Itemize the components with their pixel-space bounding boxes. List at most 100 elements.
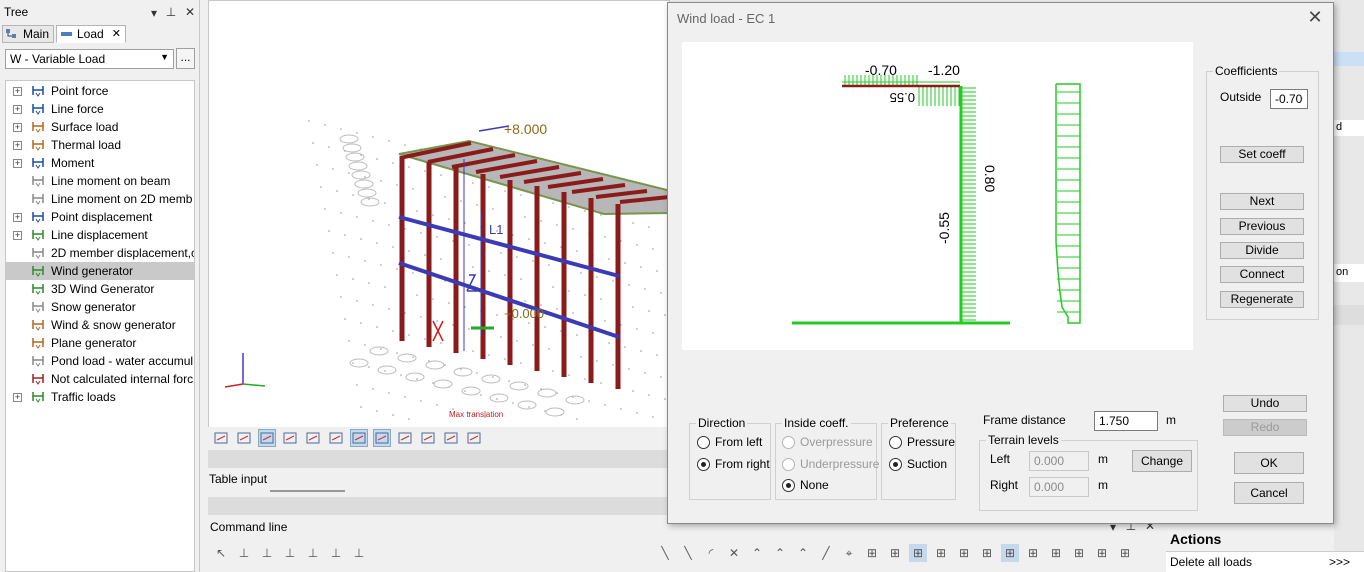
load-type-icon — [32, 320, 44, 331]
previous-button[interactable]: Previous — [1220, 218, 1304, 235]
command-tool-icon[interactable]: ⊞ — [1024, 544, 1042, 562]
delete-all-loads-row[interactable]: Delete all loads >>> — [1166, 551, 1364, 572]
tab-load[interactable]: Load ✕ — [56, 25, 126, 43]
regenerate-button[interactable]: Regenerate — [1220, 291, 1304, 308]
view-tool-button[interactable] — [327, 429, 345, 447]
tree-item[interactable]: Wind generator — [6, 262, 194, 280]
next-button[interactable]: Next — [1220, 193, 1304, 210]
expand-icon[interactable]: + — [13, 141, 22, 150]
command-tool-icon[interactable]: ╱ — [817, 544, 835, 562]
outside-coeff-input[interactable] — [1270, 89, 1308, 109]
command-tool-icon[interactable]: ⊥ — [350, 544, 368, 562]
panel-menu-chevron-icon[interactable]: ▾ — [147, 6, 161, 20]
expand-icon[interactable]: + — [13, 87, 22, 96]
wind-load-diagram[interactable]: -0.70 -1.20 0.55 0.80 -0.55 — [682, 42, 1193, 350]
command-tool-icon[interactable]: ⊞ — [1116, 544, 1134, 562]
view-tool-button[interactable] — [419, 429, 437, 447]
table-input-scroll[interactable] — [270, 490, 345, 492]
expand-icon[interactable]: + — [13, 123, 22, 132]
command-tool-icon[interactable]: ⊥ — [327, 544, 345, 562]
command-tool-icon[interactable]: ⊞ — [1070, 544, 1088, 562]
load-case-more-button[interactable]: ... — [176, 48, 195, 69]
tree-item[interactable]: + Point force — [6, 82, 194, 100]
tree-item[interactable]: 2D member displacement,c — [6, 244, 194, 262]
command-tool-icon[interactable]: ✕ — [725, 544, 743, 562]
connect-button[interactable]: Connect — [1220, 266, 1304, 283]
view-tool-button[interactable] — [235, 429, 253, 447]
inside-coeff-legend: Inside coeff. — [784, 416, 849, 430]
tree-item[interactable]: Plane generator — [6, 334, 194, 352]
command-tool-icon[interactable]: ⊞ — [863, 544, 881, 562]
view-tool-button[interactable] — [373, 429, 391, 447]
ok-button[interactable]: OK — [1234, 452, 1304, 474]
expand-icon[interactable]: + — [13, 159, 22, 168]
command-tool-icon[interactable]: ⊥ — [258, 544, 276, 562]
command-tool-icon[interactable]: ⊞ — [886, 544, 904, 562]
view-tool-button[interactable] — [212, 429, 230, 447]
tree-item[interactable]: Pond load - water accumul — [6, 352, 194, 370]
divide-button[interactable]: Divide — [1220, 242, 1304, 259]
tree-item[interactable]: + Line displacement — [6, 226, 194, 244]
cancel-button[interactable]: Cancel — [1234, 482, 1304, 504]
tree-item[interactable]: + Line force — [6, 100, 194, 118]
tree-item[interactable]: + Point displacement — [6, 208, 194, 226]
model-viewport[interactable]: +8.000 L1 +0.000 Max translation — [208, 0, 672, 428]
load-case-select[interactable]: W - Variable Load ▼ — [5, 49, 174, 69]
command-tool-icon[interactable]: ⊞ — [1001, 544, 1019, 562]
tree-item[interactable]: + Thermal load — [6, 136, 194, 154]
view-tool-button[interactable] — [396, 429, 414, 447]
tab-close-icon[interactable]: ✕ — [112, 27, 121, 40]
frame-distance-input[interactable] — [1094, 411, 1158, 431]
tree-item[interactable]: Not calculated internal forc — [6, 370, 194, 388]
close-icon[interactable]: ✕ — [183, 5, 197, 19]
command-tool-icon[interactable]: ↖ — [212, 544, 230, 562]
view-tool-button[interactable] — [465, 429, 483, 447]
command-tool-icon[interactable]: ◜ — [702, 544, 720, 562]
command-tool-icon[interactable]: ⊥ — [235, 544, 253, 562]
command-tool-icon[interactable]: ⌃ — [771, 544, 789, 562]
command-tool-icon[interactable]: ⊥ — [304, 544, 322, 562]
command-tool-icon[interactable]: ╲ — [656, 544, 674, 562]
property-partial-label: d — [1336, 121, 1343, 133]
tree-item[interactable]: Wind & snow generator — [6, 316, 194, 334]
command-tool-icon[interactable]: ⌖ — [840, 544, 858, 562]
expand-icon[interactable]: + — [13, 105, 22, 114]
command-tool-icon[interactable]: ⊞ — [1093, 544, 1111, 562]
command-tool-icon[interactable]: ╲ — [679, 544, 697, 562]
view-tool-button[interactable] — [258, 429, 276, 447]
tree-item[interactable]: Snow generator — [6, 298, 194, 316]
tree-item-label: Moment — [51, 156, 95, 170]
tab-main[interactable]: Main — [2, 25, 54, 43]
set-coeff-button[interactable]: Set coeff — [1220, 146, 1304, 163]
tree-item[interactable]: 3D Wind Generator — [6, 280, 194, 298]
tree-item[interactable]: + Traffic loads — [6, 388, 194, 406]
view-tool-button[interactable] — [304, 429, 322, 447]
expand-icon[interactable]: + — [13, 213, 22, 222]
tree-item[interactable]: Line moment on beam — [6, 172, 194, 190]
expand-icon[interactable]: + — [13, 393, 22, 402]
delete-all-loads-button[interactable]: >>> — [1329, 555, 1350, 569]
pin-icon[interactable]: ⊥ — [164, 5, 178, 19]
undo-button[interactable]: Undo — [1223, 395, 1307, 412]
command-tool-icon[interactable]: ⊞ — [909, 544, 927, 562]
dialog-close-icon[interactable]: ✕ — [1305, 7, 1325, 27]
coeff-top-left: -0.70 — [865, 62, 897, 78]
view-tool-button[interactable] — [442, 429, 460, 447]
command-tool-icon[interactable]: ⊞ — [1047, 544, 1065, 562]
tree-item-label: Plane generator — [51, 336, 137, 350]
tree-item[interactable]: + Moment — [6, 154, 194, 172]
tree-item[interactable]: + Surface load — [6, 118, 194, 136]
tree-item-label: Not calculated internal forc — [51, 372, 194, 386]
command-tool-icon[interactable]: ⊞ — [932, 544, 950, 562]
command-tool-icon[interactable]: ⊞ — [955, 544, 973, 562]
terrain-right-unit: m — [1098, 478, 1108, 492]
command-tool-icon[interactable]: ⌃ — [794, 544, 812, 562]
command-tool-icon[interactable]: ⊞ — [978, 544, 996, 562]
view-tool-button[interactable] — [281, 429, 299, 447]
command-tool-icon[interactable]: ⌃ — [748, 544, 766, 562]
expand-icon[interactable]: + — [13, 231, 22, 240]
view-tool-button[interactable] — [350, 429, 368, 447]
change-button[interactable]: Change — [1132, 450, 1192, 472]
tree-item[interactable]: Line moment on 2D memb — [6, 190, 194, 208]
command-tool-icon[interactable]: ⊥ — [281, 544, 299, 562]
